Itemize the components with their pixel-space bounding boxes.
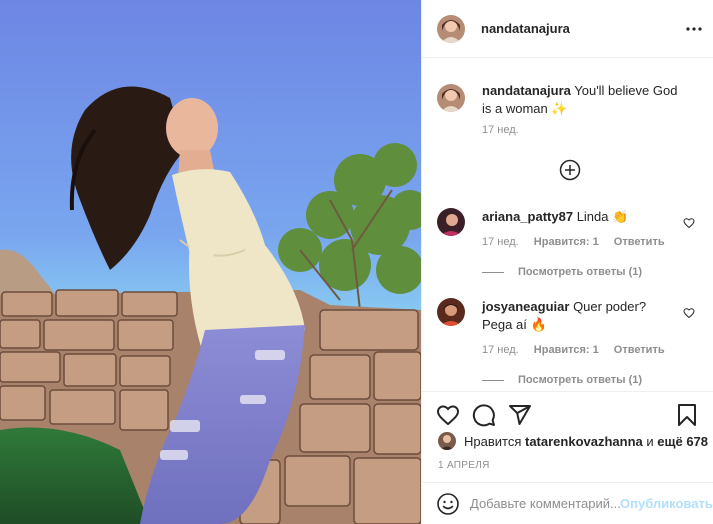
- liker-avatar[interactable]: [438, 432, 456, 450]
- comment-bubble-icon[interactable]: [472, 403, 496, 427]
- post-panel: nandatanajura nandatanajura You'll belie…: [421, 0, 713, 524]
- caption: nandatanajura You'll believe God is a wo…: [437, 82, 699, 144]
- post-photo[interactable]: [0, 0, 421, 524]
- comment-item: josyaneaguiar Quer poder? Pega aí 🔥 17 н…: [437, 298, 699, 391]
- author-username[interactable]: nandatanajura: [481, 21, 570, 36]
- fire-emoji: 🔥: [530, 317, 547, 332]
- caption-author[interactable]: nandatanajura: [482, 83, 571, 98]
- publish-button[interactable]: Опубликовать: [620, 496, 713, 511]
- comment-text: josyaneaguiar Quer poder? Pega aí 🔥: [482, 298, 652, 334]
- comments-list[interactable]: nandatanajura You'll believe God is a wo…: [422, 58, 713, 391]
- comment-likes-count[interactable]: Нравится: 1: [534, 236, 599, 248]
- view-replies-label: Посмотреть ответы (1): [518, 374, 643, 386]
- comment-like-heart-icon[interactable]: [683, 307, 695, 319]
- sparkles-emoji: ✨: [551, 101, 568, 116]
- clapping-emoji: 👏: [612, 209, 629, 224]
- caption-avatar[interactable]: [437, 84, 465, 112]
- like-heart-icon[interactable]: [436, 403, 460, 427]
- instagram-post: nandatanajura nandatanajura You'll belie…: [0, 0, 713, 524]
- commenter-avatar[interactable]: [437, 208, 465, 236]
- caption-text: nandatanajura You'll believe God is a wo…: [482, 82, 682, 118]
- view-replies-label: Посмотреть ответы (1): [518, 266, 643, 278]
- comment-time[interactable]: 17 нед.: [482, 344, 519, 356]
- caption-meta: 17 нед.: [482, 124, 531, 136]
- liker-username[interactable]: tatarenkovazhanna: [525, 434, 643, 449]
- comment-meta: 17 нед. Нравится: 1 Ответить: [482, 344, 677, 356]
- comment-body: Linda: [576, 209, 609, 224]
- comment-item: ariana_patty87 Linda 👏 17 нед. Нравится:…: [437, 208, 699, 288]
- comment-text: ariana_patty87 Linda 👏: [482, 208, 682, 226]
- comment-author[interactable]: josyaneaguiar: [482, 299, 569, 314]
- commenter-avatar[interactable]: [437, 298, 465, 326]
- author-avatar[interactable]: [437, 14, 465, 43]
- post-header: nandatanajura: [422, 0, 713, 58]
- comment-time[interactable]: 17 нед.: [482, 236, 519, 248]
- reply-button[interactable]: Ответить: [614, 236, 665, 248]
- caption-time[interactable]: 17 нед.: [482, 124, 519, 136]
- likes-conjunction: и: [646, 433, 654, 449]
- bookmark-icon[interactable]: [675, 403, 699, 427]
- likes-summary: Нравится tatarenkovazhanna и ещё 678: [438, 432, 708, 450]
- add-comment-form: Опубликовать: [422, 482, 713, 524]
- likes-others-count[interactable]: ещё 678: [657, 434, 708, 449]
- replies-divider: [482, 271, 504, 273]
- reply-button[interactable]: Ответить: [614, 344, 665, 356]
- replies-divider: [482, 379, 504, 381]
- comment-meta: 17 нед. Нравится: 1 Ответить: [482, 236, 677, 248]
- comment-like-heart-icon[interactable]: [683, 217, 695, 229]
- action-bar: [422, 391, 713, 436]
- comment-author[interactable]: ariana_patty87: [482, 209, 573, 224]
- share-paper-plane-icon[interactable]: [508, 403, 532, 427]
- likes-prefix: Нравится: [464, 433, 522, 449]
- post-date[interactable]: 1 АПРЕЛЯ: [438, 460, 490, 471]
- comment-likes-count[interactable]: Нравится: 1: [534, 344, 599, 356]
- plus-circle-icon[interactable]: [559, 159, 581, 181]
- view-replies-button[interactable]: Посмотреть ответы (1): [482, 374, 642, 386]
- emoji-smiley-icon[interactable]: [436, 492, 460, 516]
- view-replies-button[interactable]: Посмотреть ответы (1): [482, 266, 642, 278]
- more-options-icon[interactable]: [684, 19, 704, 39]
- comment-input[interactable]: [470, 496, 620, 511]
